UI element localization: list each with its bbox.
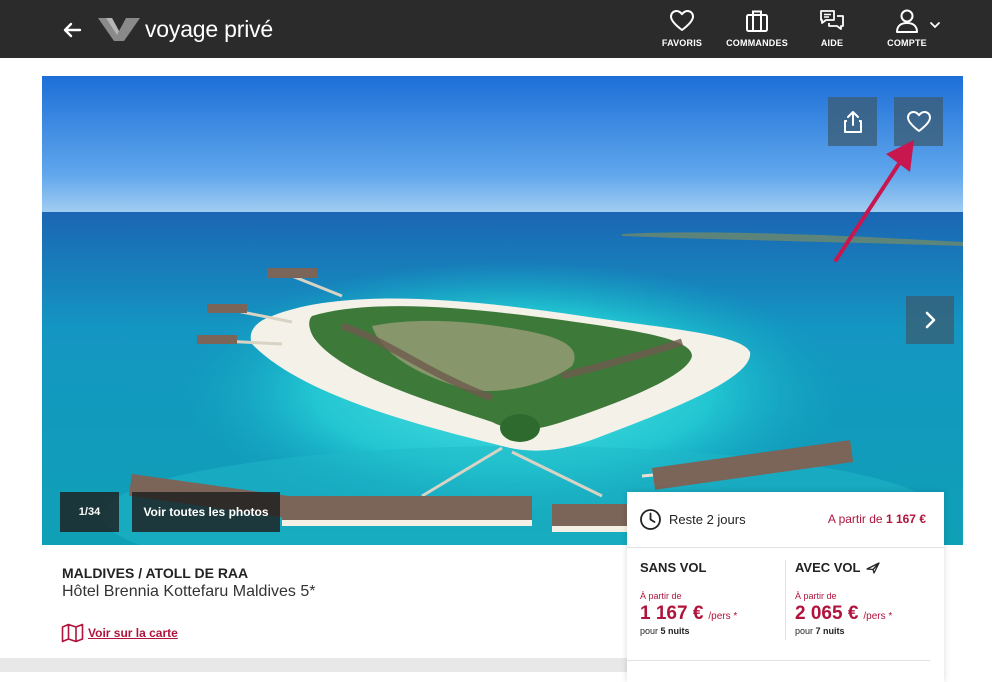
destination-region: MALDIVES / ATOLL DE RAA bbox=[62, 565, 249, 581]
from-price: A partir de 1 167 € bbox=[828, 512, 926, 526]
from-price-value: 1 167 € bbox=[885, 512, 926, 526]
nav-aide[interactable]: AIDE bbox=[812, 8, 852, 48]
option-title-with-plane: AVEC VOL bbox=[795, 560, 935, 575]
briefcase-icon bbox=[746, 10, 768, 32]
option-nights-value: 5 nuits bbox=[660, 626, 690, 636]
option-per-person: /pers * bbox=[708, 611, 738, 622]
nav-aide-label: AIDE bbox=[820, 38, 844, 48]
option-nights-prefix: pour bbox=[795, 626, 814, 636]
option-price: 1 167 € bbox=[640, 603, 704, 624]
chat-icon bbox=[820, 10, 844, 30]
hero-gallery[interactable]: 1/34 Voir toutes les photos bbox=[42, 76, 963, 545]
clock-icon bbox=[640, 509, 661, 530]
option-per-person: /pers * bbox=[863, 611, 893, 622]
card-separator bbox=[627, 660, 930, 661]
nav-favoris[interactable]: FAVORIS bbox=[660, 8, 704, 48]
all-photos-button[interactable]: Voir toutes les photos bbox=[132, 492, 280, 532]
logo-v-icon bbox=[98, 18, 140, 41]
heart-icon bbox=[670, 10, 694, 31]
option-from-label: À partir de bbox=[640, 591, 682, 601]
share-icon bbox=[843, 110, 862, 133]
price-card-header: Reste 2 jours A partir de 1 167 € bbox=[627, 492, 944, 548]
section-divider bbox=[0, 658, 627, 672]
user-icon bbox=[896, 9, 918, 33]
time-remaining: Reste 2 jours bbox=[669, 512, 746, 527]
next-photo-button[interactable] bbox=[906, 296, 954, 344]
map-icon bbox=[61, 623, 84, 643]
map-link-label: Voir sur la carte bbox=[88, 626, 178, 640]
option-title: AVEC VOL bbox=[795, 560, 861, 575]
nav-commandes[interactable]: COMMANDES bbox=[726, 8, 788, 48]
logo-text: voyage privé bbox=[145, 15, 274, 42]
photo-counter: 1/34 bbox=[60, 492, 119, 532]
option-nights: pour 5 nuits bbox=[640, 626, 780, 636]
annotation-arrow bbox=[834, 140, 914, 262]
option-nights-prefix: pour bbox=[640, 626, 659, 636]
price-card: Reste 2 jours A partir de 1 167 € SANS V… bbox=[627, 492, 944, 682]
hotel-name: Hôtel Brennia Kottefaru Maldives 5* bbox=[62, 583, 316, 600]
option-price: 2 065 € bbox=[795, 603, 859, 624]
nav-commandes-label: COMMANDES bbox=[726, 38, 788, 48]
heart-icon bbox=[906, 110, 931, 132]
nav-favoris-label: FAVORIS bbox=[661, 38, 703, 48]
option-nights-value: 7 nuits bbox=[815, 626, 845, 636]
option-title: SANS VOL bbox=[640, 560, 707, 575]
from-price-label: A partir de bbox=[827, 512, 883, 526]
map-link[interactable]: Voir sur la carte bbox=[61, 623, 178, 643]
top-header: voyage privé FAVORIS COMMANDES AIDE COMP… bbox=[0, 0, 992, 58]
option-nights: pour 7 nuits bbox=[795, 626, 935, 636]
option-without-flight[interactable]: SANS VOL À partir de 1 167 € /pers * pou… bbox=[640, 560, 780, 636]
nav-compte[interactable]: COMPTE bbox=[880, 8, 934, 48]
logo[interactable]: voyage privé bbox=[97, 14, 273, 44]
back-arrow-icon[interactable] bbox=[58, 16, 86, 44]
option-with-flight[interactable]: AVEC VOL À partir de 2 065 € /pers * pou… bbox=[795, 560, 935, 636]
chevron-right-icon bbox=[925, 311, 936, 329]
plane-icon bbox=[865, 561, 880, 574]
chevron-down-icon[interactable] bbox=[929, 20, 941, 30]
option-from-label: À partir de bbox=[795, 591, 837, 601]
option-divider bbox=[785, 560, 786, 640]
nav-compte-label: COMPTE bbox=[887, 38, 927, 48]
